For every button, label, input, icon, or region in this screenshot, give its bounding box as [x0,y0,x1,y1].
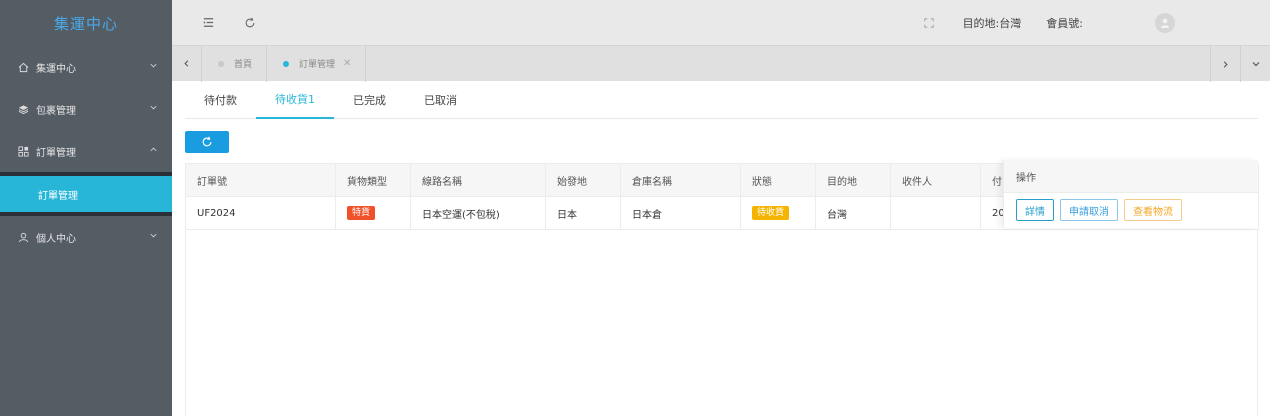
sidebar-item-label: 包裹管理 [36,105,76,117]
brand-title: 集運中心 [53,14,118,33]
box-icon [16,102,30,116]
sidebar: 集運中心 集運中心 包裹管理 訂單管理 訂單管理 個人中心 [0,0,172,416]
tag-dot-icon [283,60,290,67]
home-icon [16,60,30,74]
chevron-down-icon [149,61,158,73]
cell-destination: 台灣 [815,196,891,230]
status-badge: 待收貨 [752,206,790,220]
cell-status: 待收貨 [740,196,816,230]
chevron-up-icon [149,145,158,157]
tag-dot-icon [218,60,224,67]
tag-label: 訂單管理 [299,60,336,70]
view-logistics-button[interactable]: 查看物流 [1124,199,1182,221]
col-origin: 始發地 [545,163,621,197]
sidebar-item-label: 訂單管理 [36,147,76,159]
user-icon [16,230,30,244]
cell-recipient [890,196,981,230]
main-content: 待付款 待收貨1 已完成 已取消 訂單號 貨物類型 線路名稱 始發地 倉庫名稱 [185,81,1259,416]
grid-icon [16,144,30,158]
detail-button[interactable]: 詳情 [1016,199,1054,221]
cell-warehouse: 日本倉 [620,196,741,230]
submenu-item-order-management[interactable]: 訂單管理 [0,176,172,212]
col-recipient: 收件人 [890,163,981,197]
col-cargo-type: 貨物類型 [335,163,411,197]
tab-pending-receipt[interactable]: 待收貨1 [256,81,334,119]
chevron-down-icon [149,103,158,115]
refresh-icon [202,136,212,147]
request-cancel-button[interactable]: 申請取消 [1060,199,1118,221]
tab-cancelled[interactable]: 已取消 [405,81,476,119]
tag-home[interactable]: 首頁 [202,45,268,82]
sidebar-item-shipping-center[interactable]: 集運中心 [0,46,172,88]
col-order-no: 訂單號 [185,163,336,197]
table-toolbar [185,119,1258,163]
refresh-icon[interactable] [242,15,258,31]
col-route: 線路名稱 [410,163,546,197]
avatar[interactable] [1155,12,1175,33]
cell-origin: 日本 [545,196,621,230]
tags-bar: 首頁 訂單管理 ✕ [172,45,1270,82]
cargo-type-badge: 特貨 [347,206,376,220]
operations-column: 操作 詳情 申請取消 查看物流 [1003,160,1258,228]
close-icon[interactable]: ✕ [343,58,351,69]
order-status-tabs: 待付款 待收貨1 已完成 已取消 [185,81,1258,119]
topbar: 目的地:台灣 會員號: [172,0,1270,45]
cell-cargo-type: 特貨 [335,196,411,230]
chevron-left-icon[interactable] [172,45,202,82]
sidebar-item-label: 集運中心 [36,63,76,75]
sidebar-item-orders[interactable]: 訂單管理 [0,130,172,172]
app: 集運中心 集運中心 包裹管理 訂單管理 訂單管理 個人中心 目的地:台灣 會員號… [0,0,1270,416]
col-destination: 目的地 [815,163,891,197]
chevron-down-icon [149,231,158,243]
destination-label: 目的地:台灣 [962,16,1022,30]
chevron-down-icon[interactable] [1240,46,1270,82]
col-operations: 操作 [1004,160,1258,193]
menu-fold-icon[interactable] [200,15,216,31]
sidebar-item-package[interactable]: 包裹管理 [0,88,172,130]
fullscreen-icon[interactable] [921,15,937,31]
refresh-button[interactable] [185,131,229,153]
sidebar-item-label: 個人中心 [36,233,76,245]
tab-completed[interactable]: 已完成 [334,81,405,119]
cell-route: 日本空運(不包稅) [410,196,546,230]
col-status: 狀態 [740,163,816,197]
submenu-orders: 訂單管理 [0,172,172,216]
tab-pending-payment[interactable]: 待付款 [185,81,256,119]
member-label: 會員號: [1046,16,1083,30]
operations-cell: 詳情 申請取消 查看物流 [1004,193,1258,227]
sidebar-item-personal[interactable]: 個人中心 [0,216,172,258]
col-warehouse: 倉庫名稱 [620,163,741,197]
tag-label: 首頁 [234,60,253,70]
cell-order-no: UF2024 [185,196,336,230]
tag-order-management[interactable]: 訂單管理 ✕ [267,45,367,82]
table-empty-area [185,230,1258,416]
chevron-right-icon[interactable] [1210,46,1240,82]
